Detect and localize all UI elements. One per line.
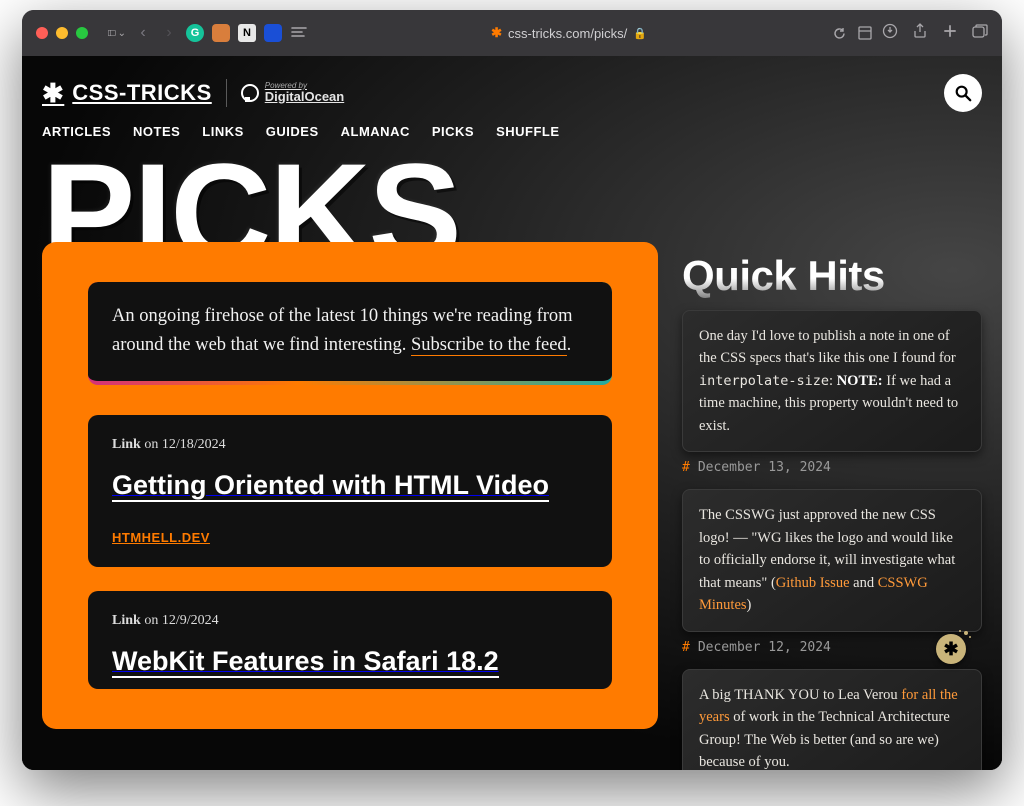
extension-notion-icon[interactable]: N <box>238 24 256 42</box>
url-text: css-tricks.com/picks/ <box>508 26 627 41</box>
share-button[interactable] <box>912 23 928 44</box>
pick-meta: Link on 12/18/2024 <box>112 437 588 453</box>
picks-container: An ongoing firehose of the latest 10 thi… <box>42 242 658 729</box>
pick-title-link[interactable]: WebKit Features in Safari 18.2 <box>112 657 499 674</box>
quick-hit-card[interactable]: The CSSWG just approved the new CSS logo… <box>682 489 982 631</box>
close-window-button[interactable] <box>36 27 48 39</box>
pick-card: Link on 12/18/2024 Getting Oriented with… <box>88 415 612 566</box>
new-tab-button[interactable] <box>942 23 958 44</box>
nav-shuffle[interactable]: SHUFFLE <box>496 124 559 139</box>
search-button[interactable] <box>944 74 982 112</box>
quick-hits-title: Quick Hits <box>682 252 982 300</box>
quick-hit-card[interactable]: One day I'd love to publish a note in on… <box>682 310 982 452</box>
site-favicon-icon: ✱ <box>491 25 502 41</box>
sidebar-toggle-button[interactable]: ⌄ <box>108 24 126 42</box>
pick-card: Link on 12/9/2024 WebKit Features in Saf… <box>88 591 612 689</box>
maximize-window-button[interactable] <box>76 27 88 39</box>
hash-icon: # <box>682 460 690 475</box>
browser-toolbar: ⌄ ‹ › G N ✱ css-tricks.com/picks/ 🔒 <box>22 10 1002 56</box>
quick-hit-date: #December 13, 2024 <box>682 460 982 475</box>
window-controls <box>36 27 88 39</box>
digitalocean-icon <box>241 84 259 102</box>
quick-hit-card[interactable]: A big THANK YOU to Lea Verou for all the… <box>682 669 982 770</box>
minimize-window-button[interactable] <box>56 27 68 39</box>
picks-column: An ongoing firehose of the latest 10 thi… <box>42 242 658 729</box>
lock-icon: 🔒 <box>633 27 647 40</box>
asterisk-icon: ✱ <box>42 80 64 106</box>
downloads-button[interactable] <box>882 23 898 44</box>
page-content[interactable]: ✱ CSS-TRICKS Powered by DigitalOcean <box>22 56 1002 770</box>
reader-button[interactable] <box>856 24 874 42</box>
forward-button[interactable]: › <box>160 24 178 42</box>
logo-group: ✱ CSS-TRICKS Powered by DigitalOcean <box>42 79 344 107</box>
pick-domain-link[interactable]: HTMHELL.DEV <box>112 530 588 545</box>
extension-1password-icon[interactable] <box>264 24 282 42</box>
extension-icon[interactable] <box>290 24 308 42</box>
subscribe-feed-link[interactable]: Subscribe to the feed <box>411 335 567 356</box>
hash-icon: # <box>682 640 690 655</box>
powered-by-link[interactable]: Powered by DigitalOcean <box>241 82 344 104</box>
back-button[interactable]: ‹ <box>134 24 152 42</box>
intro-text: An ongoing firehose of the latest 10 thi… <box>112 302 588 359</box>
pick-meta: Link on 12/9/2024 <box>112 613 588 629</box>
tabs-overview-button[interactable] <box>972 23 988 44</box>
toolbar-right <box>882 23 988 44</box>
site-header: ✱ CSS-TRICKS Powered by DigitalOcean <box>22 56 1002 122</box>
address-bar[interactable]: ✱ css-tricks.com/picks/ 🔒 <box>316 25 822 41</box>
logo-text: CSS-TRICKS <box>72 80 211 106</box>
site-logo[interactable]: ✱ CSS-TRICKS <box>42 80 212 106</box>
logo-divider <box>226 79 227 107</box>
pick-title-link[interactable]: Getting Oriented with HTML Video <box>112 481 549 498</box>
page-viewport: ✱ CSS-TRICKS Powered by DigitalOcean <box>22 56 1002 770</box>
browser-window: ⌄ ‹ › G N ✱ css-tricks.com/picks/ 🔒 <box>22 10 1002 770</box>
reload-button[interactable] <box>830 24 848 42</box>
floating-badge-button[interactable]: ✱ <box>936 634 966 664</box>
extension-grammarly-icon[interactable]: G <box>186 24 204 42</box>
extension-icon[interactable] <box>212 24 230 42</box>
main-columns: An ongoing firehose of the latest 10 thi… <box>22 242 1002 770</box>
intro-card: An ongoing firehose of the latest 10 thi… <box>88 282 612 385</box>
powered-by-text: Powered by DigitalOcean <box>265 82 344 104</box>
search-icon <box>954 84 972 102</box>
quick-hits-column: Quick Hits One day I'd love to publish a… <box>682 242 982 770</box>
